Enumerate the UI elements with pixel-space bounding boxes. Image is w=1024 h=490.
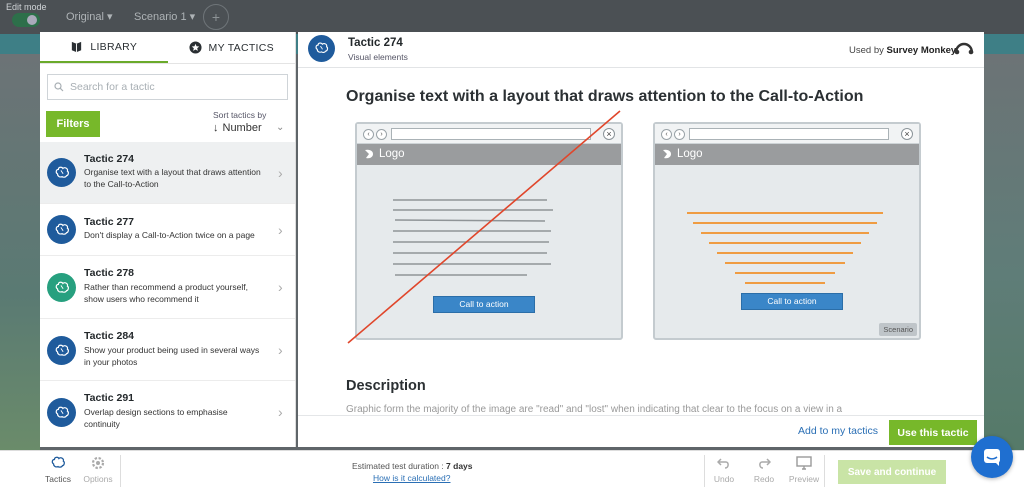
brain-icon xyxy=(47,336,76,365)
options-label: Options xyxy=(83,474,113,484)
estimated-duration: Estimated test duration : 7 days xyxy=(352,461,473,471)
sort-select[interactable]: ↓ Number xyxy=(213,122,262,134)
tab-my-tactics-label: MY TACTICS xyxy=(208,41,274,54)
scenario-label: Scenario 1 xyxy=(134,11,187,23)
brain-icon xyxy=(47,215,76,244)
use-this-tactic-button[interactable]: Use this tactic xyxy=(889,420,977,445)
brain-icon xyxy=(47,273,76,302)
list-item-tactic-274[interactable]: Tactic 274 Organise text with a layout t… xyxy=(40,142,295,204)
redo-label: Redo xyxy=(753,474,775,484)
tactic-description: Overlap design sections to emphasise con… xyxy=(84,407,228,429)
strike-through-line xyxy=(347,110,621,344)
background-art-left xyxy=(0,54,40,454)
original-label: Original xyxy=(66,11,104,23)
chevron-right-icon: › xyxy=(278,279,283,295)
preview-button[interactable]: Preview xyxy=(786,455,822,484)
monitor-icon xyxy=(796,456,812,470)
tactic-title: Tactic 277 xyxy=(84,216,135,228)
sort-value: Number xyxy=(222,122,262,134)
chat-support-button[interactable] xyxy=(971,436,1013,478)
original-selector[interactable]: Original ▾ xyxy=(66,10,112,23)
undo-icon xyxy=(717,458,729,469)
description-heading: Description xyxy=(346,378,426,394)
tactic-list: Tactic 274 Organise text with a layout t… xyxy=(40,142,295,443)
how-is-it-calculated-link[interactable]: How is it calculated? xyxy=(373,473,450,483)
search-icon xyxy=(54,82,64,92)
toolbar-divider xyxy=(704,455,705,487)
filter-row: Filters Sort tactics by ↓ Number ⌄ xyxy=(40,100,295,144)
tactics-sidebar: LIBRARY MY TACTICS Filters Sort tactics … xyxy=(40,32,296,447)
add-scenario-icon[interactable]: + xyxy=(203,4,229,30)
sort-arrow-icon: ↓ xyxy=(213,122,219,134)
tab-my-tactics[interactable]: MY TACTICS xyxy=(168,32,296,63)
detail-action-bar: Add to my tactics Use this tactic xyxy=(298,415,984,447)
toolbar-divider xyxy=(120,455,121,487)
tactics-label: Tactics xyxy=(45,474,71,484)
chat-icon xyxy=(984,449,1000,466)
list-item-tactic-284[interactable]: Tactic 284 Show your product being used … xyxy=(40,319,295,381)
tactics-button[interactable]: Tactics xyxy=(40,455,76,484)
edit-mode-toggle[interactable] xyxy=(12,13,40,27)
tab-library-label: LIBRARY xyxy=(90,40,138,53)
list-item-tactic-278[interactable]: Tactic 278 Rather than recommend a produ… xyxy=(40,256,295,319)
duration-value: 7 days xyxy=(446,461,473,471)
chevron-down-icon[interactable]: ⌄ xyxy=(276,122,284,133)
preview-label: Preview xyxy=(788,474,820,484)
list-item-tactic-277[interactable]: Tactic 277 Don't display a Call-to-Actio… xyxy=(40,204,295,256)
tactic-title: Tactic 291 xyxy=(84,392,135,404)
filters-button[interactable]: Filters xyxy=(46,111,100,137)
tab-library[interactable]: LIBRARY xyxy=(40,32,168,63)
tactic-title: Tactic 274 xyxy=(84,153,135,165)
tactic-description: Organise text with a layout that draws a… xyxy=(84,167,261,189)
undo-button[interactable]: Undo xyxy=(706,455,742,484)
tactic-detail-panel: Tactic 274 Visual elements Used by Surve… xyxy=(298,32,984,447)
list-item-tactic-291[interactable]: Tactic 291 Overlap design sections to em… xyxy=(40,381,295,443)
add-to-my-tactics-link[interactable]: Add to my tactics xyxy=(798,425,878,437)
gear-icon xyxy=(91,456,105,470)
chevron-right-icon: › xyxy=(278,165,283,181)
bottom-toolbar: Tactics Options Estimated test duration … xyxy=(0,450,1024,490)
tactic-description: Don't display a Call-to-Action twice on … xyxy=(84,230,255,240)
tactic-description: Show your product being used in several … xyxy=(84,345,260,367)
brain-icon xyxy=(51,456,65,468)
brain-icon xyxy=(47,398,76,427)
save-and-continue-button[interactable]: Save and continue xyxy=(838,460,946,484)
chevron-right-icon: › xyxy=(278,222,283,238)
duration-label: Estimated test duration : xyxy=(352,461,444,471)
chevron-right-icon: › xyxy=(278,342,283,358)
book-icon xyxy=(72,41,82,53)
tactic-title: Tactic 284 xyxy=(84,330,135,342)
edit-mode-label: Edit mode xyxy=(6,2,47,12)
tactic-title: Tactic 278 xyxy=(84,267,135,279)
redo-icon xyxy=(759,458,771,469)
search-box xyxy=(47,74,288,100)
sort-label: Sort tactics by xyxy=(213,110,267,120)
sidebar-tabs: LIBRARY MY TACTICS xyxy=(40,32,295,64)
options-button[interactable]: Options xyxy=(80,455,116,484)
chevron-right-icon: › xyxy=(278,404,283,420)
star-icon xyxy=(188,41,202,54)
scenario-selector[interactable]: Scenario 1 ▾ xyxy=(134,10,195,23)
background-art-right xyxy=(984,54,1024,454)
toolbar-divider xyxy=(824,455,825,487)
tactic-description: Rather than recommend a product yourself… xyxy=(84,282,248,304)
brain-icon xyxy=(47,158,76,187)
undo-label: Undo xyxy=(713,474,735,484)
search-input[interactable] xyxy=(70,81,270,93)
redo-button[interactable]: Redo xyxy=(746,455,782,484)
